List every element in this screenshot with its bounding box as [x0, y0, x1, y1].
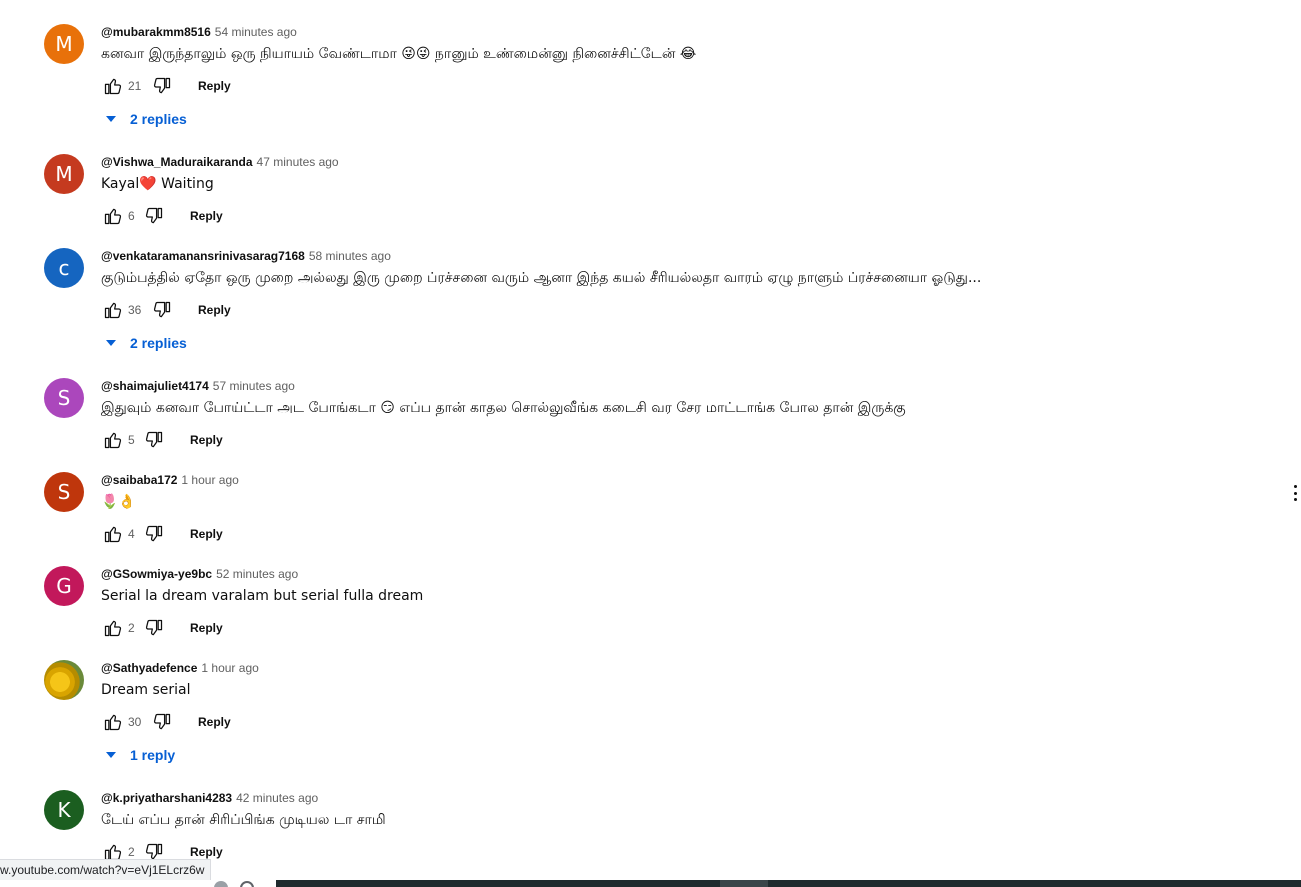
avatar-letter: M — [55, 32, 73, 56]
avatar[interactable]: M — [44, 24, 84, 64]
avatar-letter: c — [58, 256, 70, 280]
comment-author[interactable]: @GSowmiya-ye9bc — [101, 567, 212, 581]
avatar[interactable]: c — [44, 248, 84, 288]
thumb-up-icon[interactable] — [101, 74, 125, 98]
comment-actions: 21 Reply — [101, 74, 1241, 98]
avatar-letter: G — [56, 574, 72, 598]
comment-author[interactable]: @Vishwa_Maduraikaranda — [101, 155, 253, 169]
comment-author[interactable]: @Sathyadefence — [101, 661, 197, 675]
avatar-letter: M — [55, 162, 73, 186]
more-vert-icon[interactable] — [1285, 483, 1301, 503]
reply-button[interactable]: Reply — [198, 303, 231, 317]
comment-actions: 6 Reply — [101, 204, 1241, 228]
avatar-letter: S — [57, 386, 71, 410]
comment-author[interactable]: @mubarakmm8516 — [101, 25, 211, 39]
kebab-dot — [1293, 491, 1297, 495]
kebab-dot — [1293, 485, 1297, 488]
thumb-up-icon[interactable] — [101, 710, 125, 734]
caret-down-icon — [106, 340, 116, 346]
comment-author[interactable]: @k.priyatharshani4283 — [101, 791, 232, 805]
taskbar-strip — [276, 880, 1301, 887]
comment-time[interactable]: 42 minutes ago — [236, 791, 318, 805]
reply-button[interactable]: Reply — [190, 433, 223, 447]
reply-button[interactable]: Reply — [198, 715, 231, 729]
like-count: 5 — [128, 433, 135, 447]
comment-text: 🌷👌 — [101, 494, 136, 510]
replies-count: 2 replies — [130, 111, 187, 127]
avatar[interactable]: K — [44, 790, 84, 830]
reply-button[interactable]: Reply — [190, 209, 223, 223]
comment-text: Serial la dream varalam but serial fulla… — [101, 588, 424, 604]
avatar[interactable]: G — [44, 566, 84, 606]
thumb-up-icon[interactable] — [101, 616, 125, 640]
like-count: 6 — [128, 209, 135, 223]
like-count: 4 — [128, 527, 135, 541]
taskbar-app-icon[interactable] — [214, 881, 228, 887]
thumb-down-icon[interactable] — [142, 428, 166, 452]
avatar[interactable] — [44, 660, 84, 700]
caret-down-icon — [106, 116, 116, 122]
comment-time[interactable]: 47 minutes ago — [257, 155, 339, 169]
thumb-up-icon[interactable] — [101, 428, 125, 452]
like-count: 21 — [128, 79, 142, 93]
comment-actions: 2 Reply — [101, 616, 1241, 640]
avatar-letter: S — [57, 480, 71, 504]
avatar[interactable]: S — [44, 472, 84, 512]
thumb-down-icon[interactable] — [150, 74, 174, 98]
taskbar-search-icon[interactable] — [240, 881, 254, 887]
reply-button[interactable]: Reply — [190, 845, 223, 859]
view-replies-button[interactable]: 2 replies — [106, 335, 187, 351]
thumb-down-icon[interactable] — [142, 204, 166, 228]
comment-time[interactable]: 54 minutes ago — [215, 25, 297, 39]
thumb-up-icon[interactable] — [101, 522, 125, 546]
thumb-down-icon[interactable] — [142, 522, 166, 546]
comment-actions: 36 Reply — [101, 298, 1241, 322]
taskbar — [0, 880, 1301, 887]
thumb-down-icon[interactable] — [142, 616, 166, 640]
comment-text: இதுவும் கனவா போய்ட்டா அட போங்கடா 😏 எப்ப … — [101, 400, 906, 416]
like-count: 30 — [128, 715, 142, 729]
comment-time[interactable]: 57 minutes ago — [213, 379, 295, 393]
reply-button[interactable]: Reply — [190, 527, 223, 541]
comment-author[interactable]: @saibaba172 — [101, 473, 177, 487]
comment-time[interactable]: 58 minutes ago — [309, 249, 391, 263]
avatar[interactable]: S — [44, 378, 84, 418]
thumb-down-icon[interactable] — [150, 298, 174, 322]
like-count: 2 — [128, 845, 135, 859]
replies-count: 1 reply — [130, 747, 176, 763]
reply-button[interactable]: Reply — [198, 79, 231, 93]
comment-time[interactable]: 1 hour ago — [181, 473, 238, 487]
avatar[interactable]: M — [44, 154, 84, 194]
comment-text: Kayal❤️ Waiting — [101, 176, 214, 192]
comment-text: டேய் எப்ப தான் சிரிப்பிங்க முடியல டா சாம… — [101, 812, 386, 828]
like-count: 36 — [128, 303, 142, 317]
thumb-up-icon[interactable] — [101, 298, 125, 322]
status-bar-url: w.youtube.com/watch?v=eVj1ELcrz6w — [0, 859, 212, 881]
reply-button[interactable]: Reply — [190, 621, 223, 635]
view-replies-button[interactable]: 2 replies — [106, 111, 187, 127]
view-replies-button[interactable]: 1 reply — [106, 747, 175, 763]
kebab-dot — [1293, 498, 1297, 501]
comment-author[interactable]: @shaimajuliet4174 — [101, 379, 209, 393]
comment-text: Dream serial — [101, 682, 191, 698]
taskbar-active-tab[interactable] — [720, 880, 768, 887]
comment-actions: 2 Reply — [101, 840, 1241, 864]
replies-count: 2 replies — [130, 335, 187, 351]
like-count: 2 — [128, 621, 135, 635]
comment-time[interactable]: 1 hour ago — [201, 661, 258, 675]
comment-author[interactable]: @venkataramanansrinivasarag7168 — [101, 249, 305, 263]
comment-actions: 5 Reply — [101, 428, 1241, 452]
comment-text: குடும்பத்தில் ஏதோ ஒரு முறை அல்லது இரு மு… — [101, 270, 982, 286]
caret-down-icon — [106, 752, 116, 758]
comment-time[interactable]: 52 minutes ago — [216, 567, 298, 581]
thumb-up-icon[interactable] — [101, 204, 125, 228]
comment-text: கனவா இருந்தாலும் ஒரு நியாயம் வேண்டாமா 😜😜… — [101, 46, 697, 62]
comment-actions: 4 Reply — [101, 522, 1241, 546]
comment-actions: 30 Reply — [101, 710, 1241, 734]
comments-page: M @mubarakmm8516 54 minutes ago கனவா இருந… — [0, 0, 1301, 887]
avatar-letter: K — [57, 798, 71, 822]
thumb-down-icon[interactable] — [150, 710, 174, 734]
